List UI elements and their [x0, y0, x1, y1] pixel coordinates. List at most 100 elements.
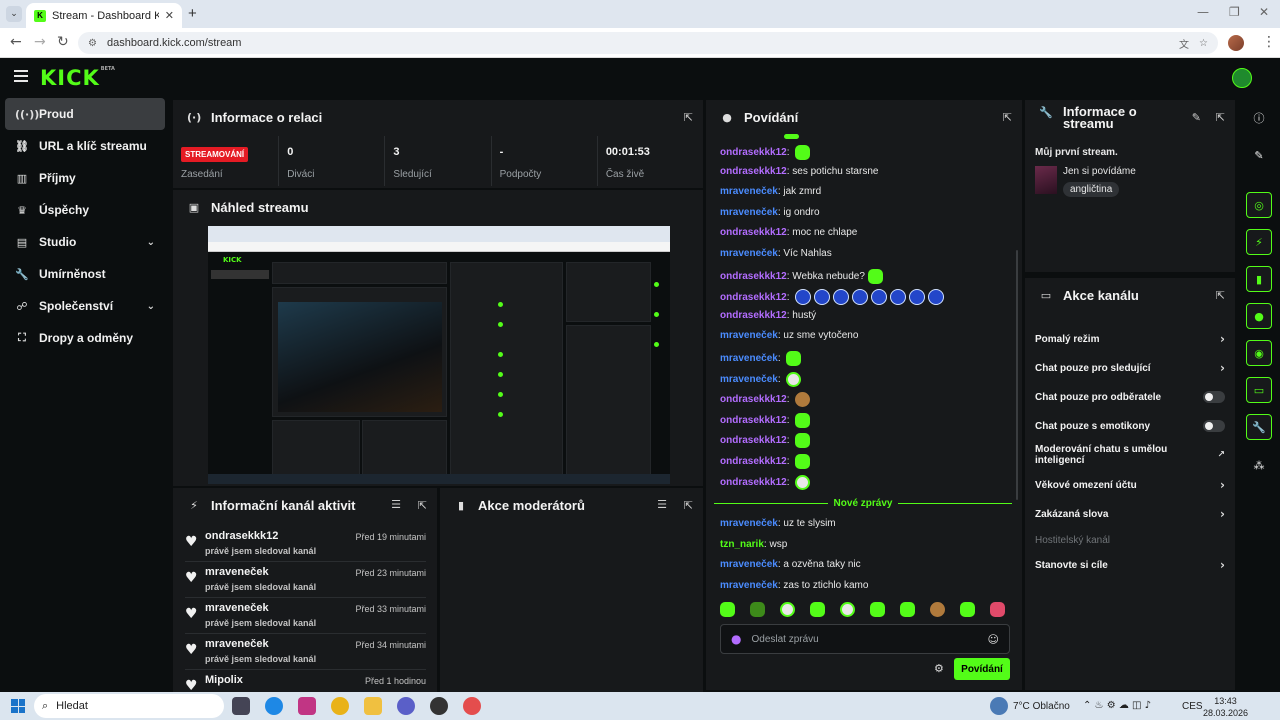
- instagram-icon[interactable]: [298, 697, 316, 715]
- emote-icon[interactable]: [810, 602, 825, 617]
- emote-icon[interactable]: [990, 602, 1005, 617]
- site-info-icon[interactable]: ⚙: [88, 38, 97, 49]
- layout-settings-icon[interactable]: ⁂: [1246, 452, 1272, 478]
- chat-username[interactable]: mraveneček: [720, 559, 778, 570]
- language-indicator[interactable]: CES: [1182, 701, 1203, 712]
- task-view-icon[interactable]: [232, 697, 250, 715]
- emotes-only-toggle[interactable]: [1203, 420, 1225, 432]
- tab-search-icon[interactable]: ⌄: [6, 6, 22, 22]
- chat-username[interactable]: ondrasekkk12: [720, 166, 787, 177]
- sidebar-item-moderation[interactable]: 🔧 Umírněnost: [5, 258, 165, 290]
- chat-username[interactable]: ondrasekkk12: [720, 147, 787, 158]
- emote-icon[interactable]: [900, 602, 915, 617]
- channel-actions-widget-icon[interactable]: ▭: [1246, 377, 1272, 403]
- emote-icon[interactable]: [720, 602, 735, 617]
- edit-pencil-icon[interactable]: ✎: [1246, 142, 1272, 168]
- new-tab-icon[interactable]: +: [188, 5, 197, 22]
- popout-icon[interactable]: ⇱: [684, 499, 693, 512]
- chat-username[interactable]: mraveneček: [720, 248, 778, 259]
- kick-logo[interactable]: KICKBETA: [40, 66, 115, 90]
- taskbar-search[interactable]: ⌕ Hledat: [34, 694, 224, 718]
- chat-username[interactable]: mraveneček: [720, 580, 778, 591]
- filter-icon[interactable]: ☰: [657, 498, 667, 511]
- emoji-picker-icon[interactable]: ☺: [988, 633, 999, 646]
- activity-user[interactable]: mraveneček: [205, 566, 269, 578]
- new-messages-divider[interactable]: Nové zprávy: [714, 496, 1013, 510]
- popout-icon[interactable]: ⇱: [684, 111, 693, 124]
- back-icon[interactable]: ←: [10, 34, 22, 50]
- tray-icons[interactable]: ⌃ ♨ ⚙ ☁ ◫ ♪: [1083, 700, 1151, 711]
- chat-scrollbar[interactable]: [1016, 250, 1018, 500]
- emote-icon[interactable]: [870, 602, 885, 617]
- action-slow-mode[interactable]: Pomalý režim ›: [1035, 326, 1225, 352]
- chat-username[interactable]: mraveneček: [720, 330, 778, 341]
- emote-icon[interactable]: [780, 602, 795, 617]
- translate-icon[interactable]: 文: [1179, 36, 1189, 51]
- chat-username[interactable]: mraveneček: [720, 518, 778, 529]
- windows-start-icon[interactable]: [11, 699, 25, 713]
- chat-widget-icon[interactable]: ●: [1246, 303, 1272, 329]
- sidebar-item-income[interactable]: ▥ Příjmy: [5, 162, 165, 194]
- sidebar-item-studio[interactable]: ▤ Studio ⌄: [5, 226, 165, 258]
- menu-icon[interactable]: [14, 70, 28, 82]
- address-input[interactable]: ⚙ dashboard.kick.com/stream 文 ☆: [78, 32, 1218, 54]
- sidebar-item-community[interactable]: ☍ Společenství ⌄: [5, 290, 165, 322]
- browser-tab[interactable]: K Stream - Dashboard Kicku ✕: [26, 3, 182, 28]
- chat-username[interactable]: ondrasekkk12: [720, 292, 787, 303]
- chat-username[interactable]: ondrasekkk12: [720, 415, 787, 426]
- reload-icon[interactable]: ↻: [57, 34, 69, 50]
- edit-pencil-icon[interactable]: ✎: [1192, 111, 1201, 124]
- action-set-goals[interactable]: Stanovte si cíle ›: [1035, 552, 1225, 578]
- tab-close-icon[interactable]: ✕: [165, 9, 174, 22]
- discord-icon[interactable]: [397, 697, 415, 715]
- chat-username[interactable]: mraveneček: [720, 353, 778, 364]
- category-thumbnail[interactable]: [1035, 166, 1057, 194]
- weather-widget[interactable]: 7°C Oblačno: [1013, 701, 1070, 712]
- session-widget-icon[interactable]: ◎: [1246, 192, 1272, 218]
- emote-icon[interactable]: [930, 602, 945, 617]
- action-ai-moderation[interactable]: Moderování chatu s umělou inteligencí ↗: [1035, 442, 1225, 468]
- popout-icon[interactable]: ⇱: [1003, 111, 1012, 124]
- activity-user[interactable]: mraveneček: [205, 638, 269, 650]
- minimize-icon[interactable]: —: [1197, 5, 1209, 19]
- sidebar-item-proud[interactable]: ((·)) Proud: [5, 98, 165, 130]
- emote-icon[interactable]: [960, 602, 975, 617]
- clock[interactable]: 13:43 28.03.2026: [1203, 695, 1248, 719]
- chrome-profile-icon[interactable]: [463, 697, 481, 715]
- subscribers-only-toggle[interactable]: [1203, 391, 1225, 403]
- chat-username[interactable]: mraveneček: [720, 374, 778, 385]
- bookmark-star-icon[interactable]: ☆: [1199, 38, 1208, 49]
- chat-username[interactable]: tzn_narik: [720, 539, 764, 550]
- forward-icon[interactable]: →: [34, 34, 46, 50]
- chat-username[interactable]: ondrasekkk12: [720, 435, 787, 446]
- chat-username[interactable]: ondrasekkk12: [720, 394, 787, 405]
- chat-username[interactable]: ondrasekkk12: [720, 227, 787, 238]
- broadcast-widget-icon[interactable]: ◉: [1246, 340, 1272, 366]
- stream-category[interactable]: Jen si povídáme: [1063, 166, 1136, 177]
- emote-icon[interactable]: [840, 602, 855, 617]
- user-avatar[interactable]: [1232, 68, 1252, 88]
- sidebar-item-drops[interactable]: ⛶ Dropy a odměny: [5, 322, 165, 354]
- chat-username[interactable]: mraveneček: [720, 207, 778, 218]
- chat-send-button[interactable]: Povídání: [954, 658, 1010, 680]
- stream-info-widget-icon[interactable]: 🔧: [1246, 414, 1272, 440]
- sidebar-item-url-key[interactable]: ⛓ URL a klíč streamu: [5, 130, 165, 162]
- stream-preview-video[interactable]: KICK: [208, 226, 670, 484]
- chrome-icon[interactable]: [331, 697, 349, 715]
- microphone-icon[interactable]: ●: [731, 632, 741, 646]
- chrome-menu-icon[interactable]: ⋮: [1262, 34, 1276, 50]
- window-close-icon[interactable]: ✕: [1259, 5, 1269, 19]
- obs-icon[interactable]: [430, 697, 448, 715]
- chat-username[interactable]: mraveneček: [720, 186, 778, 197]
- info-icon[interactable]: ⓘ: [1246, 105, 1272, 131]
- chat-username[interactable]: ondrasekkk12: [720, 271, 787, 282]
- chat-settings-gear-icon[interactable]: ⚙: [934, 662, 944, 675]
- action-banned-words[interactable]: Zakázaná slova ›: [1035, 501, 1225, 527]
- chat-username[interactable]: ondrasekkk12: [720, 456, 787, 467]
- moderator-widget-icon[interactable]: ▮: [1246, 266, 1272, 292]
- file-explorer-icon[interactable]: [364, 697, 382, 715]
- popout-icon[interactable]: ⇱: [1216, 111, 1225, 124]
- restore-icon[interactable]: ❐: [1229, 5, 1240, 19]
- chat-input[interactable]: ● Odeslat zprávu ☺: [720, 624, 1010, 654]
- emote-icon[interactable]: [750, 602, 765, 617]
